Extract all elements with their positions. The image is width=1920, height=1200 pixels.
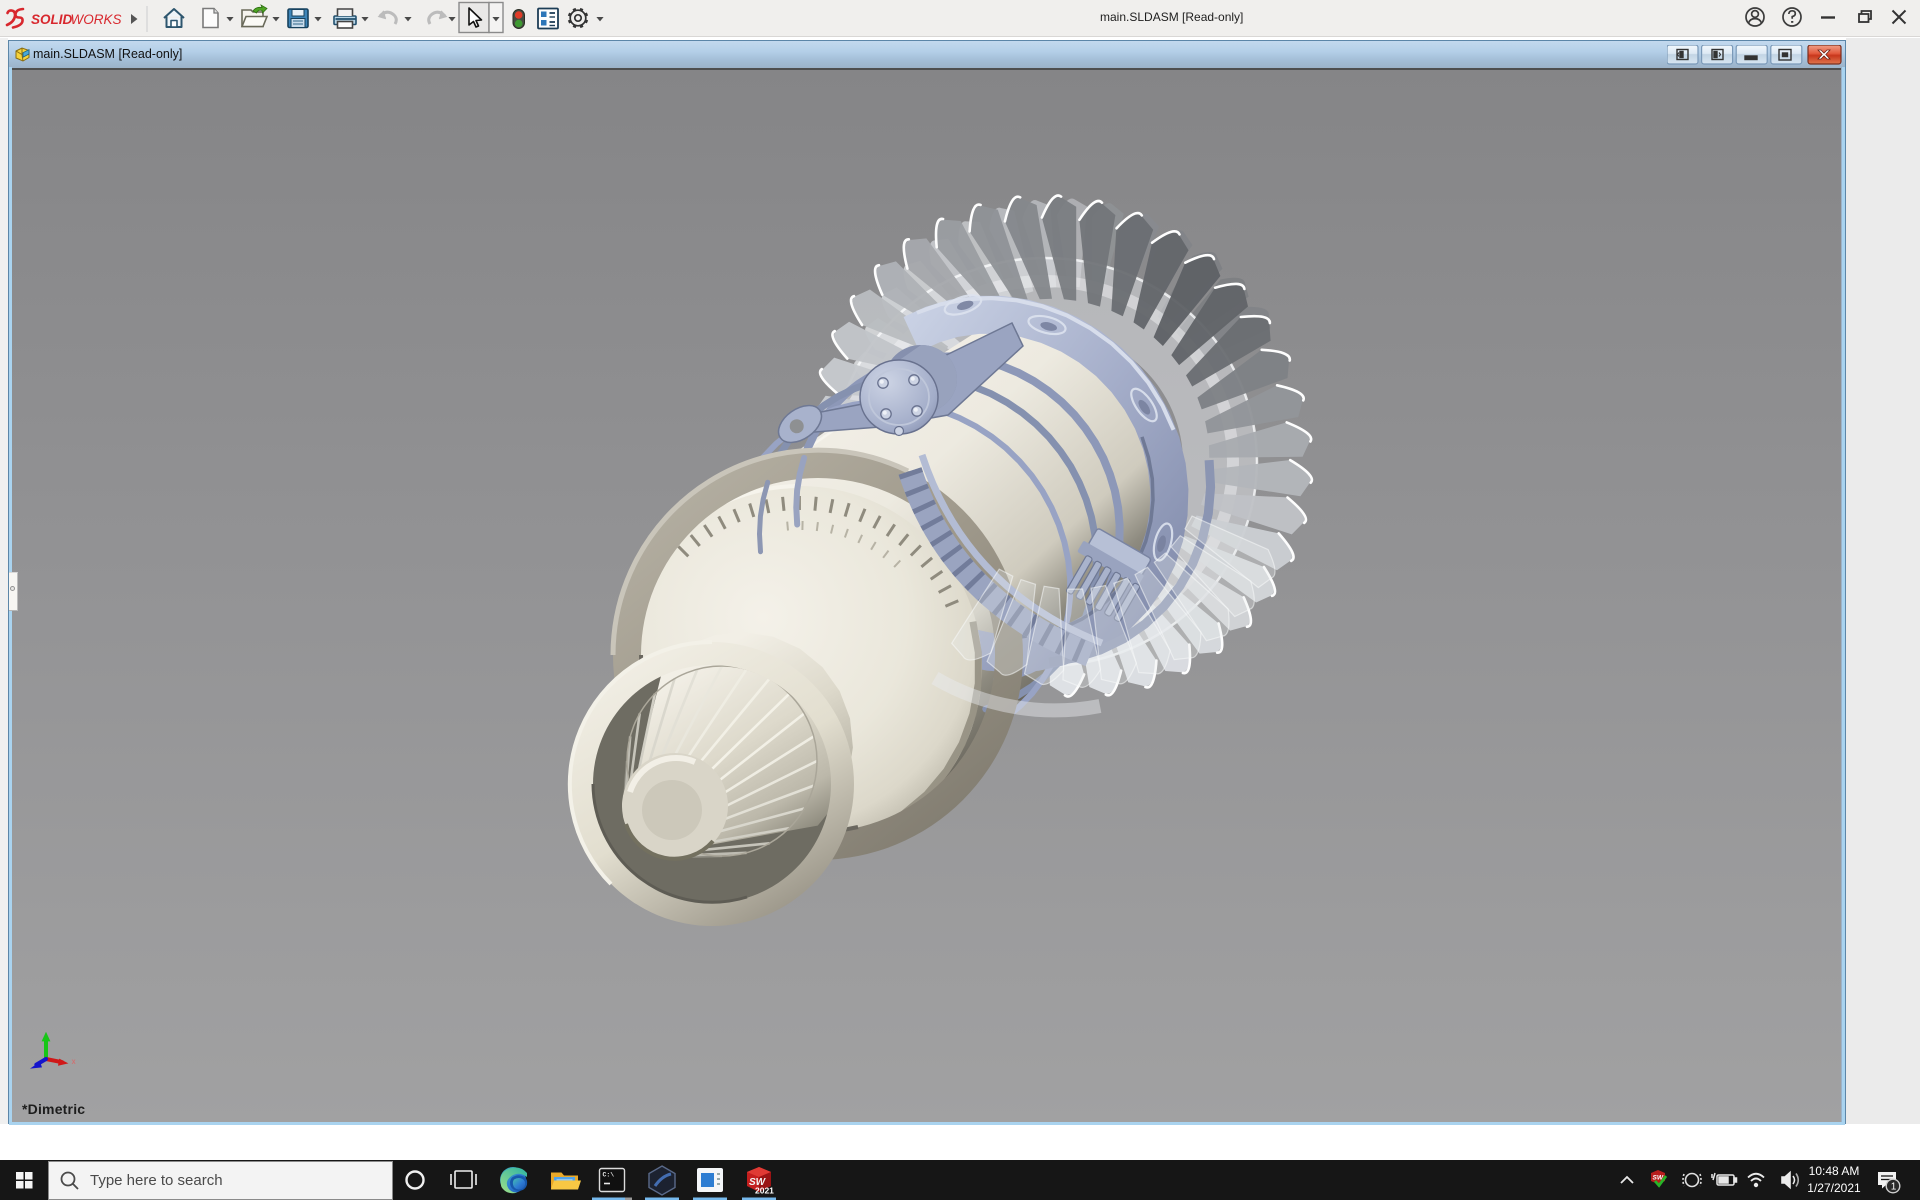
svg-text:2021: 2021	[755, 1186, 774, 1196]
svg-text:C:\: C:\	[603, 1172, 615, 1179]
svg-text:x: x	[72, 1057, 76, 1066]
svg-text:1: 1	[1891, 1182, 1897, 1193]
svg-text:WORKS: WORKS	[71, 12, 122, 27]
svg-text:SOLID: SOLID	[31, 12, 73, 27]
